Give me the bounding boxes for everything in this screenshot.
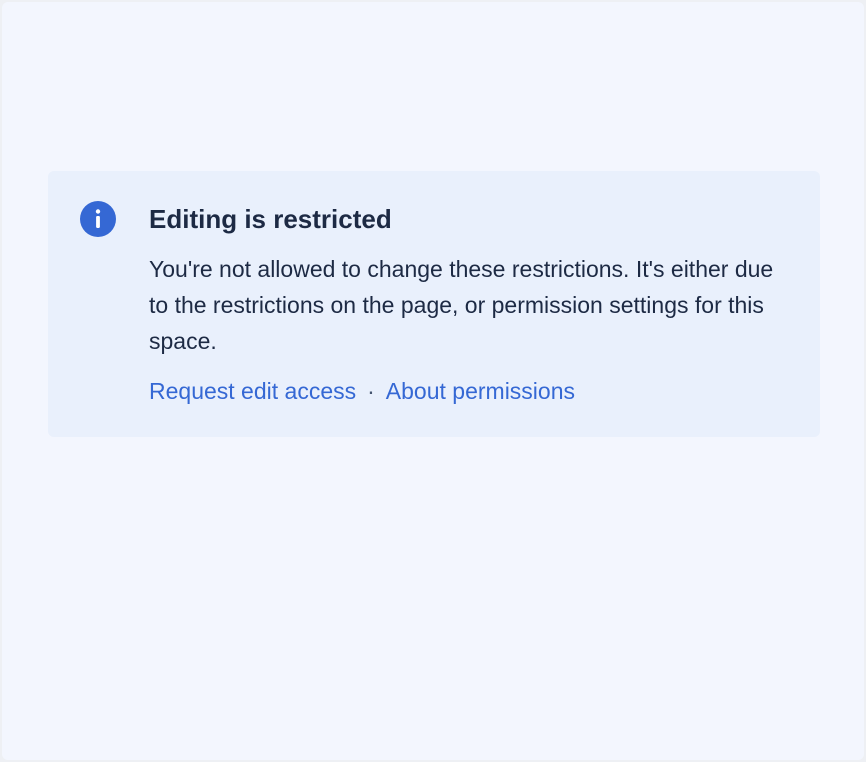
info-icon <box>80 201 116 237</box>
banner-message: You're not allowed to change these restr… <box>149 256 774 354</box>
banner-actions: Request edit access · About permissions <box>149 373 789 409</box>
info-banner: Editing is restricted You're not allowed… <box>48 171 820 437</box>
action-separator: · <box>367 378 375 404</box>
page-background: Editing is restricted You're not allowed… <box>2 2 864 760</box>
about-permissions-link[interactable]: About permissions <box>386 373 575 409</box>
request-edit-access-link[interactable]: Request edit access <box>149 373 356 409</box>
banner-content: Editing is restricted You're not allowed… <box>149 201 789 409</box>
banner-title: Editing is restricted <box>149 204 392 234</box>
